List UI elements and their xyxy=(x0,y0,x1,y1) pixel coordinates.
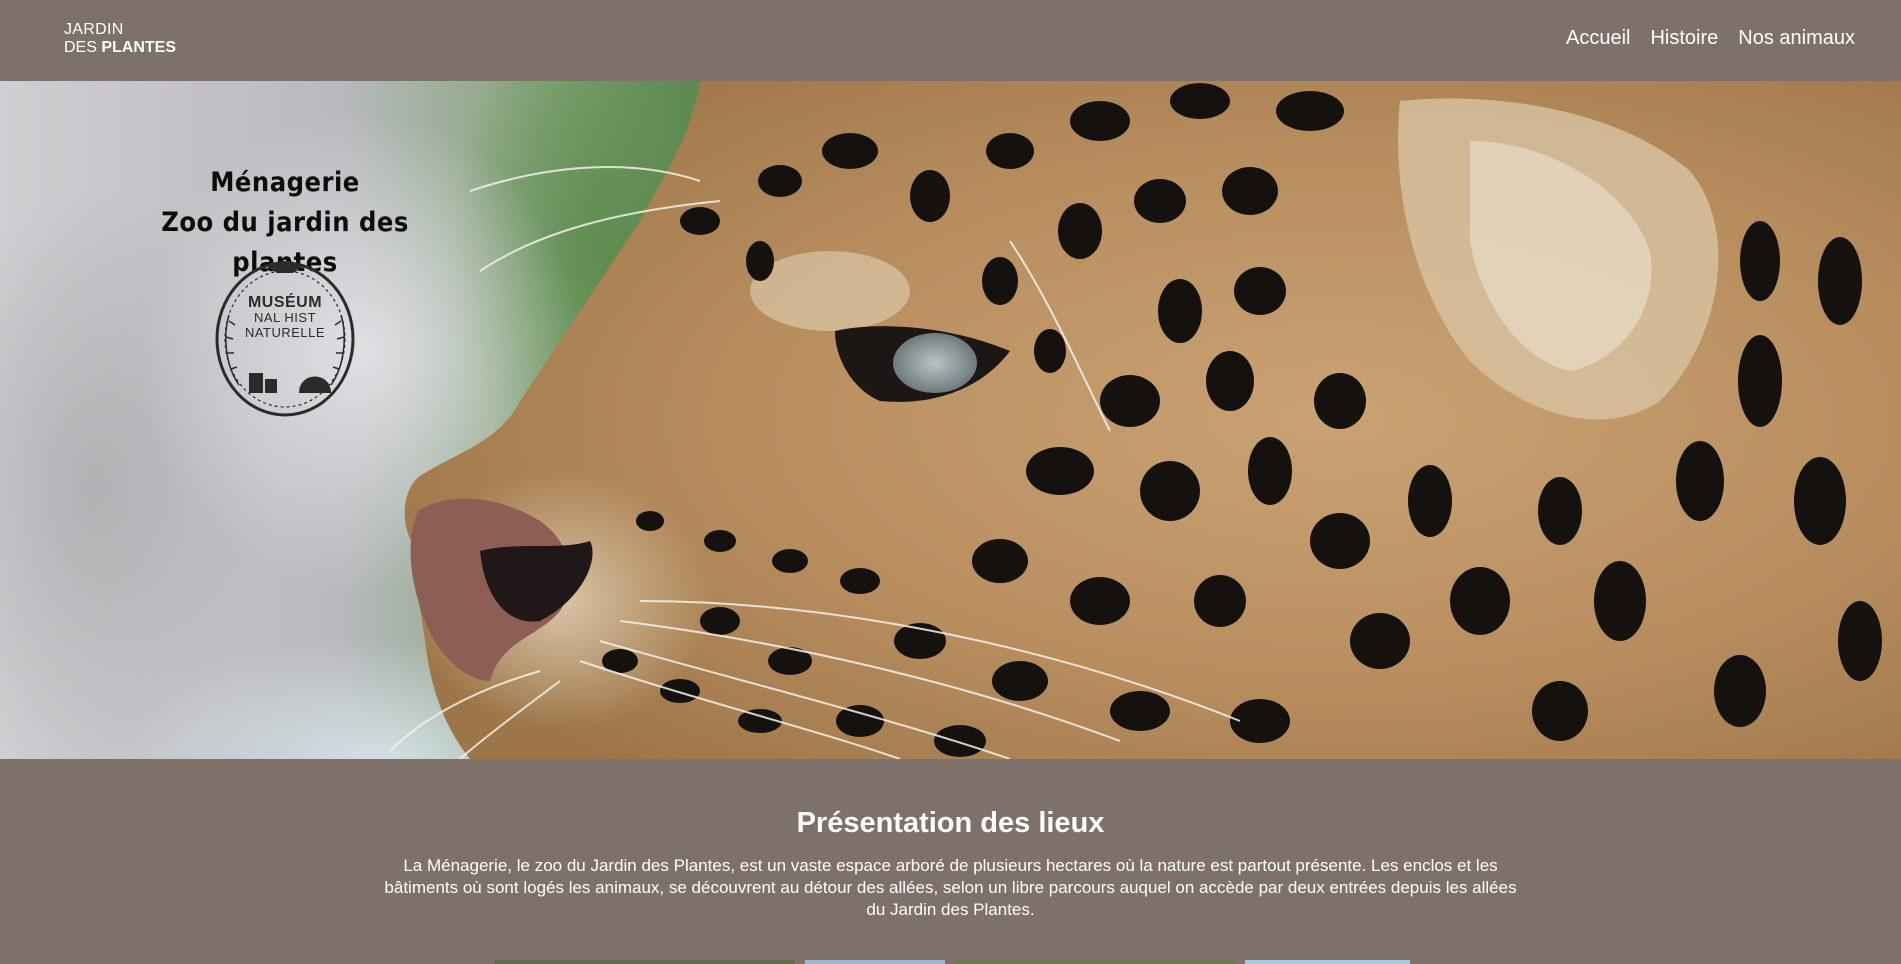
presentation-heading: Présentation des lieux xyxy=(796,807,1105,839)
main-nav: Accueil Histoire Nos animaux xyxy=(1566,27,1855,50)
hero-title-line-1: Ménagerie xyxy=(210,167,360,198)
seal-line-1: MUSÉUM xyxy=(247,294,323,311)
seal-line-2: NAL HIST xyxy=(253,310,317,325)
nav-link-accueil[interactable]: Accueil xyxy=(1566,27,1630,50)
seal-line-3: NATURELLE xyxy=(244,325,326,340)
site-logo[interactable]: JARDIN DES PLANTES xyxy=(64,21,176,57)
presentation-text: La Ménagerie, le zoo du Jardin des Plant… xyxy=(384,856,1517,919)
logo-line-2-prefix: DES xyxy=(64,39,102,56)
next-image-strip xyxy=(0,960,1901,964)
image-strip-segment xyxy=(805,960,945,964)
nav-link-histoire[interactable]: Histoire xyxy=(1650,27,1718,50)
logo-line-1: JARDIN xyxy=(64,21,124,38)
image-strip-segment xyxy=(955,960,1235,964)
seal-text: MUSÉUM NAL HIST NATURELLE xyxy=(213,294,357,341)
museum-seal-logo: MUSÉUM NAL HIST NATURELLE xyxy=(213,255,357,419)
hero-banner: Ménagerie Zoo du jardin des plantes MUSÉ… xyxy=(0,81,1901,759)
image-strip-segment xyxy=(1245,960,1410,964)
logo-line-2-bold: PLANTES xyxy=(101,39,177,56)
presentation-section: Présentation des lieux La Ménagerie, le … xyxy=(0,759,1901,964)
site-header: JARDIN DES PLANTES Accueil Histoire Nos … xyxy=(0,0,1901,81)
nav-link-nos-animaux[interactable]: Nos animaux xyxy=(1738,27,1855,50)
image-strip-segment xyxy=(495,960,795,964)
logo-line-2: DES PLANTES xyxy=(64,39,176,57)
